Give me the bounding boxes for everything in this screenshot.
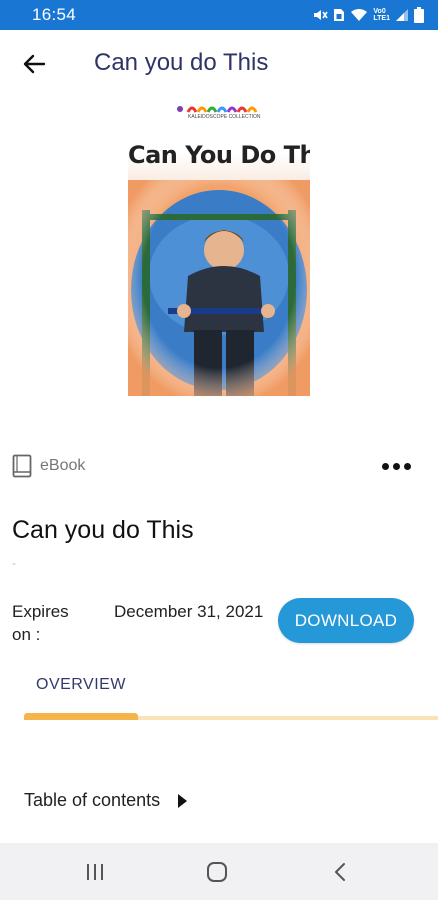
sim-icon [334,9,345,21]
publisher-logo-text: KALEIDOSCOPE COLLECTION [188,114,261,120]
back-icon[interactable] [326,859,354,885]
table-of-contents-toggle[interactable]: Table of contents [24,790,188,811]
tab-active-indicator [24,713,138,720]
network-type-top: Vo0 [373,8,386,15]
status-icons: Vo0 LTE1 [312,7,424,23]
home-icon[interactable] [203,859,231,885]
item-type: eBook [12,454,85,478]
caret-right-icon [178,793,188,808]
recent-apps-icon[interactable] [81,859,109,885]
item-type-label: eBook [40,457,86,474]
more-dot [393,462,400,470]
status-bar: 16:54 Vo0 LTE1 [0,0,438,30]
app-bar: Can you do This [0,30,438,98]
toc-label: Table of contents [24,790,161,810]
status-time: 16:54 [32,5,77,24]
more-dot [404,462,411,470]
expires-label: Expires on : [12,602,69,644]
tab-overview[interactable]: OVERVIEW [36,676,126,694]
cover-photo [128,180,310,396]
network-type: Vo0 LTE1 [373,8,390,22]
expires-value: December 31, 2021 [114,602,264,621]
network-type-bottom: LTE1 [373,15,390,22]
system-nav-bar [0,843,438,900]
arrow-left-icon[interactable] [20,50,48,78]
mute-icon [314,10,329,20]
book-cover-image: KALEIDOSCOPE COLLECTION Can You Do This? [128,96,310,396]
publisher-logo [177,106,258,113]
more-dot [382,462,389,470]
book-subtitle: - [12,556,16,570]
more-horizontal-icon[interactable] [382,458,416,474]
page-title: Can you do This [94,49,269,76]
wifi-icon [351,8,368,21]
signal-icon [396,9,408,21]
cover-title: Can You Do This? [128,141,310,169]
download-button[interactable]: DOWNLOAD [278,598,414,643]
battery-icon [414,7,424,23]
book-icon [12,454,32,478]
book-title: Can you do This [12,516,194,544]
